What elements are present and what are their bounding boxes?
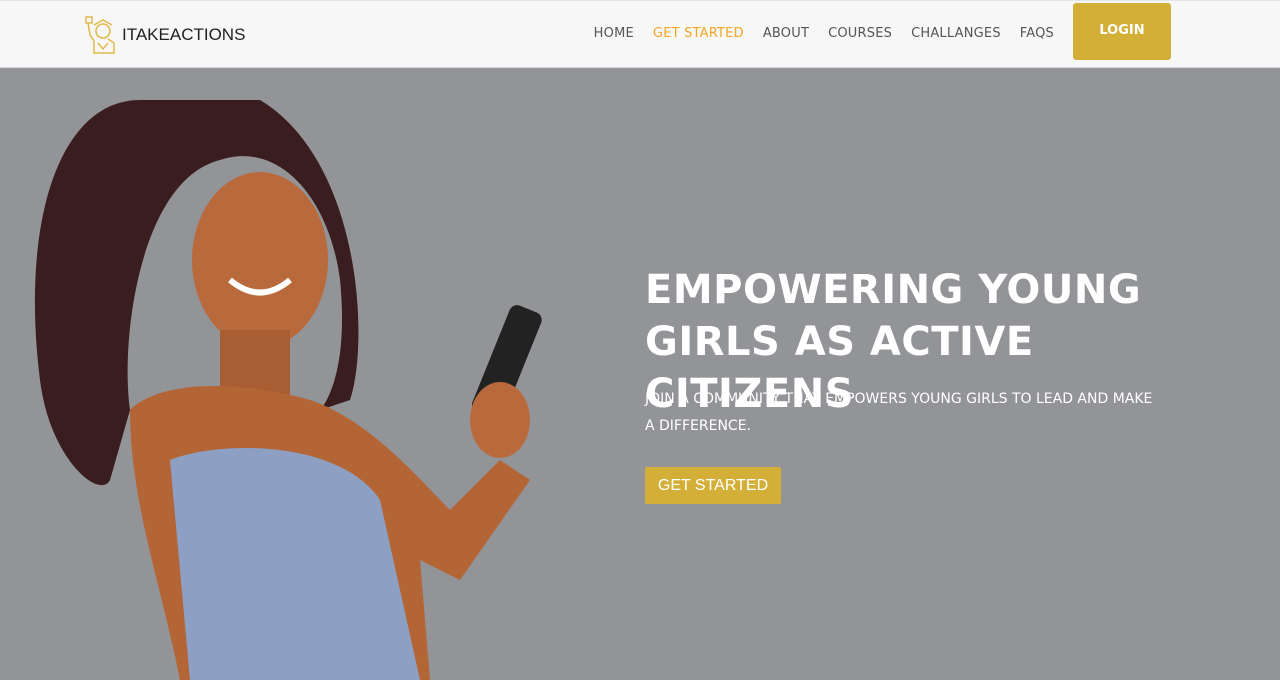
main-menu: HOME GET STARTED ABOUT COURSES CHALLANGE… bbox=[594, 26, 1054, 41]
navbar: ITAKEACTIONS HOME GET STARTED ABOUT COUR… bbox=[0, 0, 1280, 68]
statue-logo-icon bbox=[85, 16, 115, 54]
nav-get-started[interactable]: GET STARTED bbox=[653, 26, 744, 41]
hero-woman-image bbox=[34, 100, 542, 680]
nav-home[interactable]: HOME bbox=[594, 26, 634, 41]
nav-challanges[interactable]: CHALLANGES bbox=[911, 26, 1001, 41]
nav-faqs[interactable]: FAQS bbox=[1020, 26, 1054, 41]
login-button[interactable]: LOGIN bbox=[1073, 3, 1171, 60]
logo[interactable]: ITAKEACTIONS bbox=[84, 15, 245, 55]
hero-subtitle: JOIN A COMMUNITY THAT EMPOWERS YOUNG GIR… bbox=[645, 391, 1153, 434]
nav-courses[interactable]: COURSES bbox=[828, 26, 892, 41]
logo-text: ITAKEACTIONS bbox=[122, 25, 246, 44]
get-started-button[interactable]: GET STARTED bbox=[645, 467, 781, 504]
nav-about[interactable]: ABOUT bbox=[763, 26, 809, 41]
